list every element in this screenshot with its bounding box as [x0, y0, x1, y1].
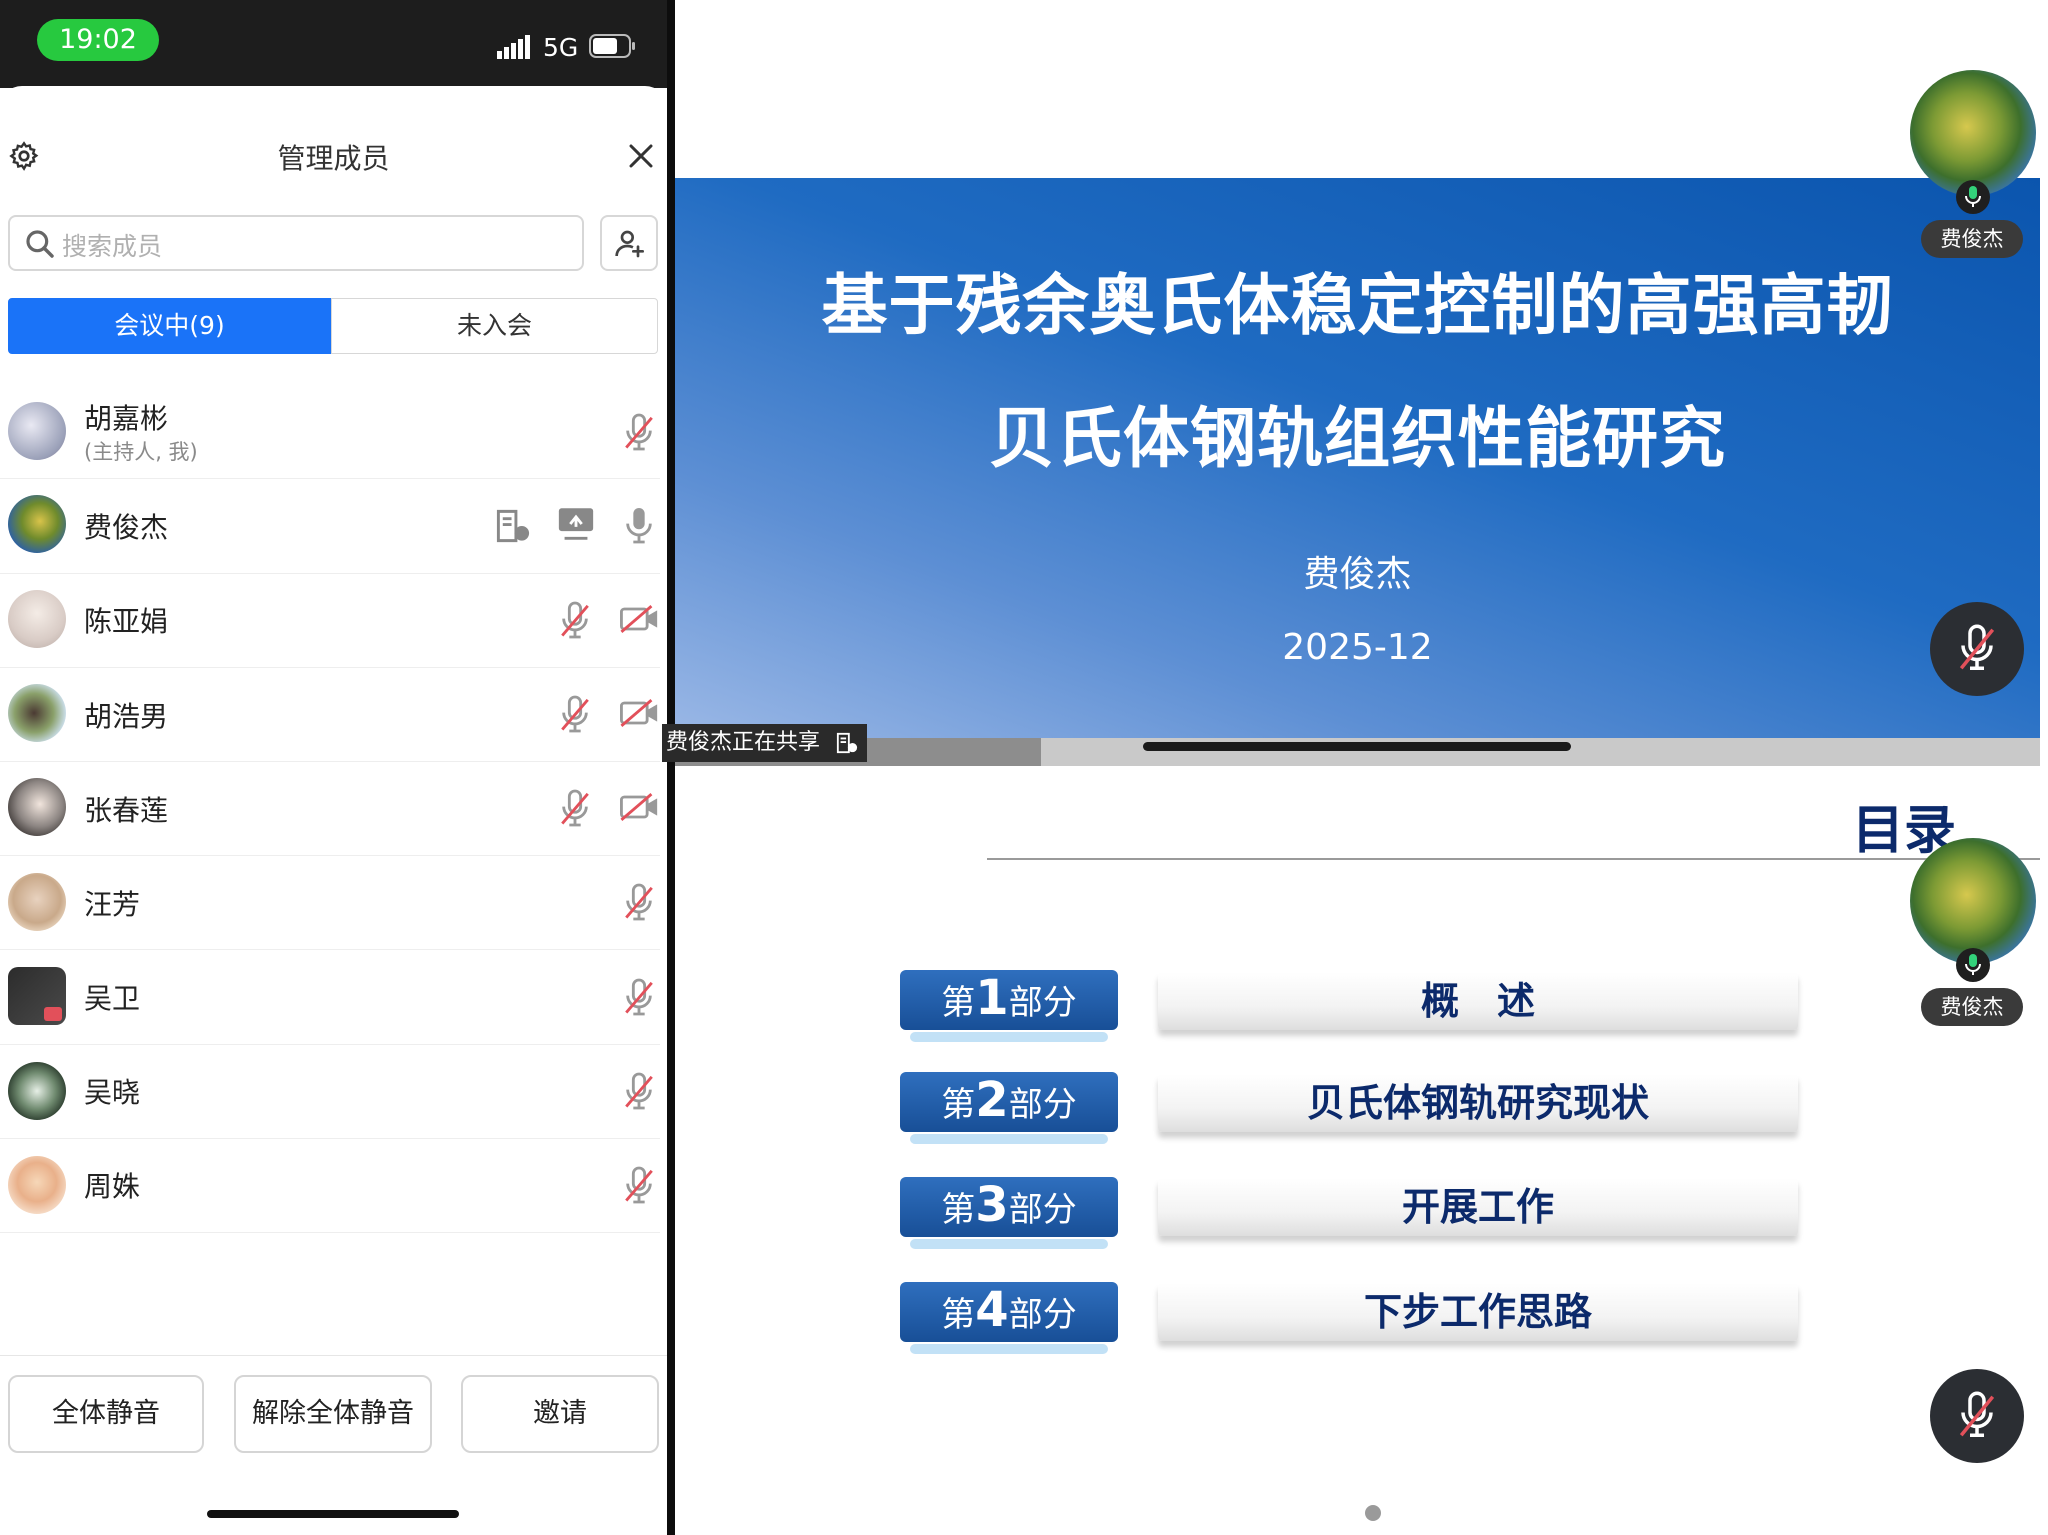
avatar: [8, 495, 66, 553]
camera-off-icon[interactable]: [620, 698, 660, 728]
badge-shadow: [910, 1239, 1108, 1249]
sharing-status: 费俊杰正在共享: [662, 724, 867, 762]
member-name: 周姝: [84, 1170, 141, 1203]
part-suffix: 部分: [1008, 983, 1077, 1023]
member-name: 吴晓: [84, 1076, 141, 1109]
part-prefix: 第: [941, 1085, 976, 1125]
part-prefix: 第: [941, 1295, 976, 1335]
panel-title: 管理成员: [277, 142, 390, 175]
toggle-mic-button[interactable]: [1930, 602, 2024, 696]
search-icon: [26, 230, 54, 258]
part-number: 2: [975, 1072, 1009, 1128]
member-name: 陈亚娟: [84, 605, 169, 638]
mic-muted-icon: [1959, 1391, 1995, 1437]
slide-date: 2025-12: [1282, 627, 1433, 668]
mic-active-icon: [1965, 954, 1981, 975]
toc-part-title: 概 述: [1158, 972, 1798, 1030]
speaker-name-label: 费俊杰: [1921, 220, 2023, 258]
mic-active-icon: [1965, 186, 1981, 207]
mic-muted-icon[interactable]: [558, 694, 592, 734]
scroll-indicator[interactable]: [1143, 742, 1571, 751]
camera-off-icon[interactable]: [620, 792, 660, 822]
tab-in-meeting[interactable]: 会议中(9): [8, 298, 331, 354]
mic-muted-icon[interactable]: [622, 412, 656, 452]
bottom-divider: [0, 1355, 667, 1356]
part-prefix: 第: [941, 983, 976, 1023]
tab-not-joined[interactable]: 未入会: [331, 298, 658, 354]
avatar: [8, 590, 66, 648]
slide-title-line1: 基于残余奥氏体稳定控制的高强高韧: [821, 267, 1894, 344]
mic-muted-icon[interactable]: [622, 1165, 656, 1205]
part-number: 4: [975, 1282, 1009, 1338]
toc-part-title: 下步工作思路: [1158, 1283, 1798, 1341]
unmute-all-button[interactable]: 解除全体静音: [234, 1375, 432, 1453]
avatar: [8, 778, 66, 836]
mic-muted-icon[interactable]: [558, 600, 592, 640]
camera-off-icon[interactable]: [620, 604, 660, 634]
badge-shadow: [910, 1344, 1108, 1354]
toc-part-badge: 第1部分: [900, 970, 1118, 1030]
member-name: 费俊杰: [84, 511, 169, 544]
part-prefix: 第: [941, 1190, 976, 1230]
search-placeholder: 搜索成员: [62, 232, 163, 261]
avatar: [8, 684, 66, 742]
status-time: 19:02: [37, 19, 159, 61]
toggle-mic-button[interactable]: [1930, 1369, 2024, 1463]
speaker-name-label: 费俊杰: [1921, 988, 2023, 1026]
network-label: 5G: [543, 33, 579, 62]
member-name: 汪芳: [84, 888, 141, 921]
member-name: 胡嘉彬: [84, 402, 169, 435]
signal-icon: [497, 35, 530, 59]
document-share-icon[interactable]: [494, 508, 532, 544]
mic-muted-icon[interactable]: [622, 977, 656, 1017]
invite-button[interactable]: 邀请: [461, 1375, 659, 1453]
toc-part-title: 贝氏体钢轨研究现状: [1158, 1074, 1798, 1132]
member-name: 张春莲: [84, 794, 169, 827]
badge-shadow: [910, 1134, 1108, 1144]
screen-share-icon[interactable]: [556, 505, 596, 543]
page-indicator-dot[interactable]: [1365, 1505, 1381, 1521]
avatar-badge: [44, 1007, 62, 1021]
slide-title-line2: 贝氏体钢轨组织性能研究: [989, 400, 1726, 477]
mute-all-button[interactable]: 全体静音: [8, 1375, 204, 1453]
toc-part-badge: 第2部分: [900, 1072, 1118, 1132]
battery-icon: [589, 34, 635, 58]
part-suffix: 部分: [1008, 1190, 1077, 1230]
avatar: [8, 1062, 66, 1120]
part-number: 1: [975, 970, 1009, 1026]
home-indicator: [207, 1510, 459, 1518]
avatar: [8, 873, 66, 931]
mic-muted-icon[interactable]: [622, 1071, 656, 1111]
part-suffix: 部分: [1008, 1295, 1077, 1335]
badge-shadow: [910, 1032, 1108, 1042]
add-member-button[interactable]: [600, 215, 658, 271]
close-icon[interactable]: [628, 143, 654, 169]
speaker-mic-badge: [1956, 948, 1990, 982]
sharing-status-label: 费俊杰正在共享: [666, 730, 821, 755]
part-number: 3: [975, 1177, 1009, 1233]
speaker-mic-badge: [1956, 180, 1990, 214]
member-name: 胡浩男: [84, 700, 169, 733]
mic-muted-icon: [1959, 624, 1995, 670]
speaker-video-thumbnail[interactable]: [1910, 838, 2036, 964]
mic-on-icon[interactable]: [622, 505, 656, 545]
member-role: (主持人, 我): [84, 440, 198, 464]
toc-part-badge: 第3部分: [900, 1177, 1118, 1237]
split-divider[interactable]: [667, 0, 675, 1535]
toc-part-title: 开展工作: [1158, 1178, 1798, 1236]
slide-author: 费俊杰: [1303, 554, 1412, 595]
add-user-icon: [615, 230, 644, 258]
part-suffix: 部分: [1008, 1085, 1077, 1125]
member-name: 吴卫: [84, 982, 141, 1015]
speaker-video-thumbnail[interactable]: [1910, 70, 2036, 196]
avatar: [8, 402, 66, 460]
avatar: [8, 1156, 66, 1214]
document-share-icon: [836, 732, 858, 754]
toc-rule: [987, 858, 2040, 860]
mic-muted-icon[interactable]: [622, 882, 656, 922]
mic-muted-icon[interactable]: [558, 788, 592, 828]
toc-part-badge: 第4部分: [900, 1282, 1118, 1342]
